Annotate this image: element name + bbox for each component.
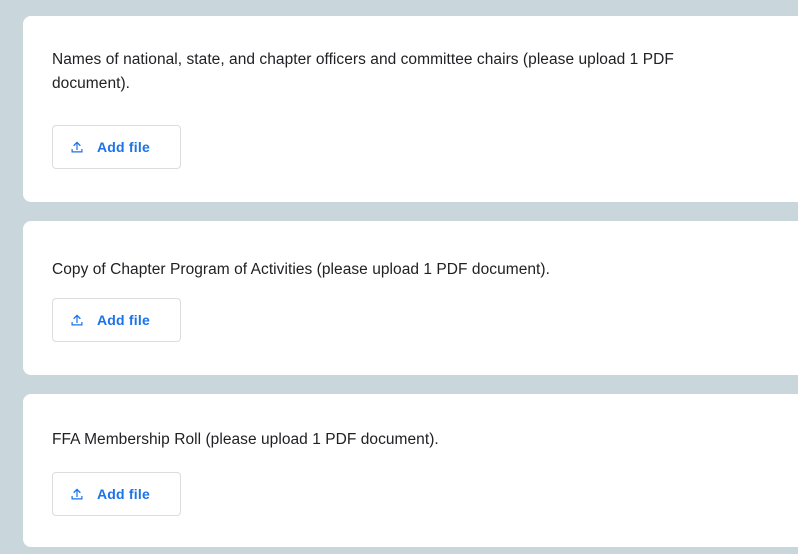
add-file-button[interactable]: Add file (52, 298, 181, 342)
question-card-officers: Names of national, state, and chapter of… (23, 16, 798, 202)
upload-icon (70, 140, 84, 154)
question-text: Copy of Chapter Program of Activities (p… (52, 261, 550, 278)
question-text: FFA Membership Roll (please upload 1 PDF… (52, 431, 439, 448)
upload-icon (70, 487, 84, 501)
add-file-label: Add file (97, 486, 150, 502)
add-file-label: Add file (97, 139, 150, 155)
add-file-button[interactable]: Add file (52, 125, 181, 169)
upload-icon (70, 313, 84, 327)
question-text: Names of national, state, and chapter of… (52, 51, 674, 92)
question-card-program-of-activities: Copy of Chapter Program of Activities (p… (23, 221, 798, 375)
add-file-button[interactable]: Add file (52, 472, 181, 516)
question-card-membership-roll: FFA Membership Roll (please upload 1 PDF… (23, 394, 798, 547)
add-file-label: Add file (97, 312, 150, 328)
